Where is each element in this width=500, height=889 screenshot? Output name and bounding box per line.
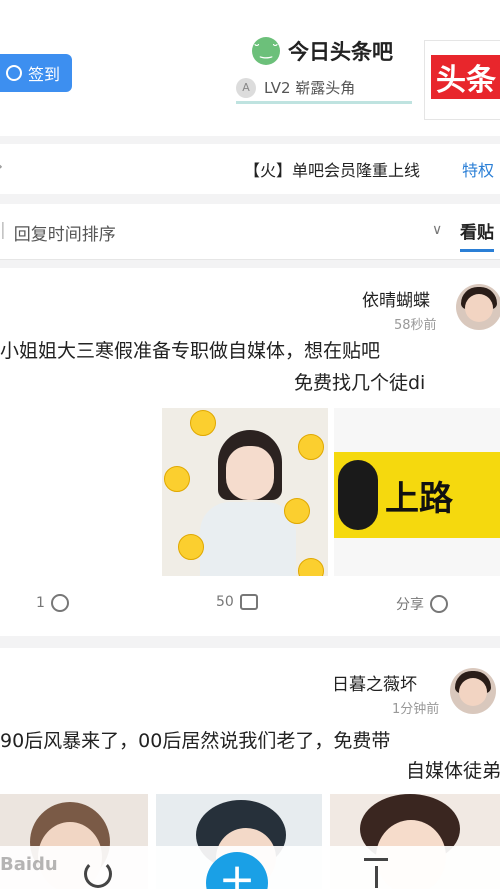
comment-button[interactable]: 50 [216, 594, 258, 610]
post-text-line1[interactable]: 90后风暴来了，00后居然说我们老了，免费带 [0, 726, 390, 756]
sign-in-icon [5, 65, 22, 81]
refresh-icon[interactable] [84, 860, 112, 888]
announcement-text[interactable]: 【火】单吧会员隆重上线 [244, 157, 420, 181]
avatar[interactable] [456, 284, 500, 330]
announcement-bar[interactable]: › 【火】单吧会员隆重上线 特权 [0, 144, 500, 194]
chevron-icon: › [0, 156, 3, 177]
smiley-icon [164, 466, 190, 492]
forum-logo-text: 头条 [431, 55, 500, 99]
user-level: A LV2 崭露头角 [236, 74, 412, 104]
like-button[interactable]: 1 [36, 594, 69, 612]
like-icon [50, 594, 69, 612]
forum-header: 签到 ˘‿˘ 今日头条吧 A LV2 崭露头角 头条 [0, 0, 500, 136]
smiley-icon: ˘‿˘ [252, 37, 280, 65]
smiley-icon [284, 498, 310, 524]
post-text-line2[interactable]: 自媒体徒弟 [406, 756, 500, 786]
comment-count: 50 [216, 594, 234, 610]
like-count: 1 [36, 595, 45, 611]
smiley-icon [298, 434, 324, 460]
post-text-line2[interactable]: 免费找几个徒di [294, 368, 425, 398]
sign-in-label: 签到 [27, 65, 60, 84]
smiley-icon [298, 558, 324, 576]
post-author[interactable]: 依晴蝴蝶 [362, 286, 430, 311]
post-image-banner[interactable]: 上路 [334, 408, 500, 576]
tabs-bar: | 回复时间排序 ∨ 看贴 [0, 204, 500, 260]
forum-title: 今日头条吧 [288, 40, 393, 64]
forum-logo: 头条 [424, 40, 500, 120]
post-image-girl[interactable] [162, 408, 328, 576]
chevron-down-icon[interactable]: ∨ [432, 222, 442, 238]
privilege-tag[interactable]: 特权 [462, 157, 494, 181]
post-author[interactable]: 日暮之薇坏 [332, 670, 417, 695]
sort-selector[interactable]: | 回复时间排序 [0, 220, 116, 245]
comment-icon [239, 594, 258, 610]
sign-in-button[interactable]: 签到 [0, 54, 72, 92]
sort-label[interactable]: 回复时间排序 [14, 220, 116, 245]
back-to-top-icon[interactable] [364, 858, 388, 888]
level-text: LV2 崭露头角 [264, 79, 356, 97]
sort-divider: | [0, 220, 6, 240]
mascot-image [338, 460, 378, 530]
smiley-icon [178, 534, 204, 560]
post-time: 1分钟前 [392, 702, 440, 717]
post-actions: 1 50 分享 [0, 594, 500, 618]
avatar[interactable] [450, 668, 496, 714]
share-button[interactable]: 分享 [396, 594, 448, 614]
post-item[interactable]: 依晴蝴蝶 58秒前 小姐姐大三寒假准备专职做自媒体，想在贴吧 免费找几个徒di … [0, 268, 500, 636]
bottom-navigation: + [0, 846, 500, 889]
share-icon [430, 595, 448, 613]
share-label: 分享 [396, 597, 424, 613]
smiley-icon [190, 410, 216, 436]
post-time: 58秒前 [394, 318, 437, 333]
tab-view-posts[interactable]: 看贴 [460, 218, 494, 252]
level-badge-icon: A [236, 77, 256, 98]
forum-title-row: ˘‿˘ 今日头条吧 [252, 36, 393, 66]
baidu-watermark: Baidu [0, 854, 58, 875]
new-post-button[interactable]: + [206, 852, 268, 889]
post-text-line1[interactable]: 小姐姐大三寒假准备专职做自媒体，想在贴吧 [0, 336, 380, 366]
